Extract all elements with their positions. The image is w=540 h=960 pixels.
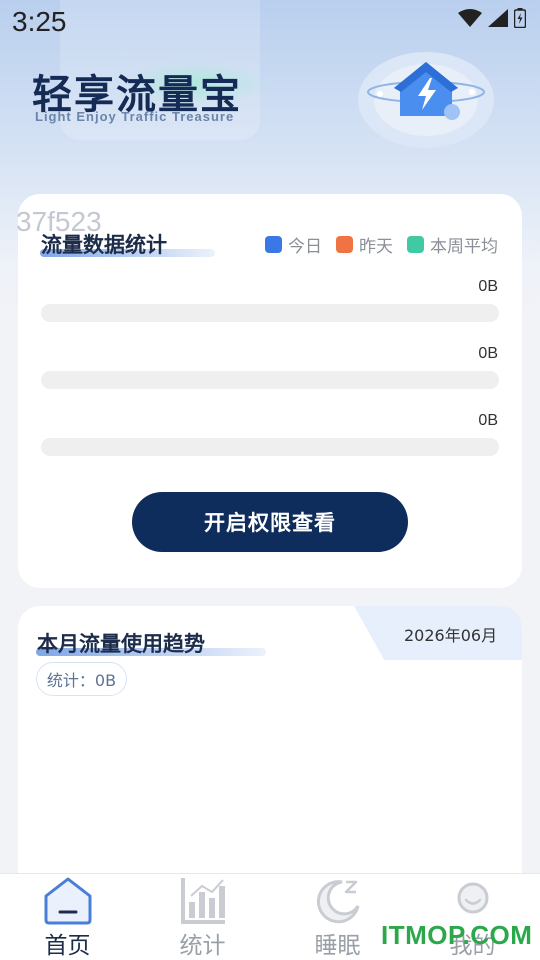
moon-sleep-icon bbox=[316, 880, 359, 924]
stats-card-title: 流量数据统计 bbox=[41, 233, 167, 257]
legend-label-week-average: 本周平均 bbox=[430, 237, 498, 257]
legend-label-today: 今日 bbox=[288, 237, 322, 257]
status-bar: 3:25 bbox=[0, 0, 540, 46]
month-selector-date[interactable]: 2026年06月 bbox=[404, 622, 497, 646]
house-lightning-illustration bbox=[358, 52, 494, 148]
stats-legend: 今日 昨天 本周平均 bbox=[265, 232, 498, 257]
battery-icon bbox=[514, 8, 526, 28]
bar-chart-icon bbox=[180, 878, 225, 924]
legend-swatch-today bbox=[265, 236, 282, 253]
legend-label-yesterday: 昨天 bbox=[359, 237, 393, 257]
app-subtitle: Light Enjoy Traffic Treasure bbox=[35, 109, 235, 124]
nav-item-home[interactable]: 首页 bbox=[0, 874, 135, 960]
profile-icon bbox=[457, 882, 488, 914]
legend-item-today: 今日 bbox=[265, 232, 322, 257]
yesterday-bar-track bbox=[41, 371, 499, 389]
home-icon bbox=[44, 877, 91, 925]
status-icons bbox=[458, 8, 526, 28]
legend-item-yesterday: 昨天 bbox=[336, 232, 393, 257]
legend-swatch-yesterday bbox=[336, 236, 353, 253]
nav-label-home: 首页 bbox=[44, 933, 91, 959]
trend-card-title: 本月流量使用趋势 bbox=[37, 632, 205, 656]
enable-permission-button[interactable]: 开启权限查看 bbox=[132, 492, 408, 552]
status-time: 3:25 bbox=[12, 6, 67, 37]
nav-item-stats[interactable]: 统计 bbox=[135, 874, 270, 960]
week-average-bar-track bbox=[41, 438, 499, 456]
monthly-total-badge: 统计：0B bbox=[36, 662, 127, 696]
site-watermark: ITMOP.COM bbox=[381, 920, 533, 950]
nav-label-stats: 统计 bbox=[179, 933, 226, 959]
signal-icon bbox=[488, 9, 508, 27]
week-average-value: 0B bbox=[478, 412, 498, 429]
legend-item-week-average: 本周平均 bbox=[407, 232, 498, 257]
yesterday-value: 0B bbox=[478, 345, 498, 362]
today-bar-track bbox=[41, 304, 499, 322]
wifi-icon bbox=[458, 9, 482, 27]
legend-swatch-week-average bbox=[407, 236, 424, 253]
today-value: 0B bbox=[478, 278, 498, 295]
